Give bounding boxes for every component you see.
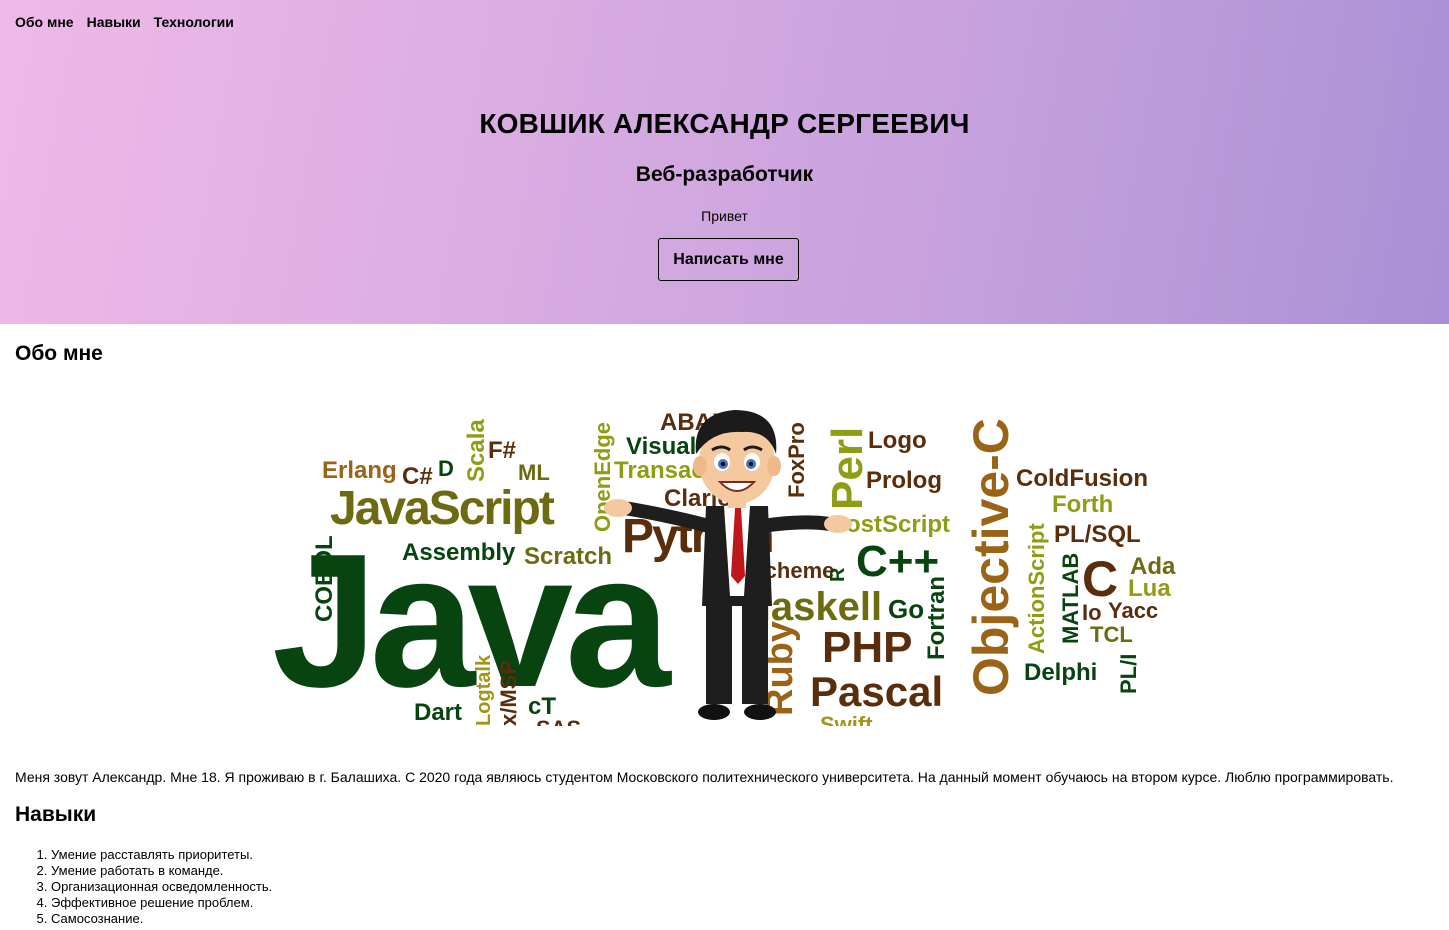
word-visual: Visual (626, 433, 696, 460)
word-go: Go (888, 594, 924, 624)
nav-link-about[interactable]: Обо мне (15, 14, 74, 30)
list-item: Умение расставлять приоритеты. (51, 847, 272, 863)
word-scratch: Scratch (524, 543, 612, 570)
about-text: Меня зовут Александр. Мне 18. Я проживаю… (15, 769, 1394, 785)
list-item: Умение работать в команде. (51, 863, 272, 879)
word-swift: Swift (820, 712, 873, 726)
word-yacc: Yacc (1108, 598, 1158, 623)
word-pli: PL/I (1116, 654, 1141, 694)
word-logtalk: Logtalk (473, 654, 495, 726)
word-forth: Forth (1052, 491, 1113, 518)
word-matlab: MATLAB (1058, 553, 1083, 644)
word-coldfusion: ColdFusion (1016, 465, 1148, 492)
word-fsharp: F# (488, 437, 516, 464)
word-prolog: Prolog (866, 467, 942, 494)
word-erlang: Erlang (322, 457, 397, 484)
hero-subtitle: Веб-разработчик (635, 163, 814, 186)
word-pascal: Pascal (810, 668, 943, 715)
word-foxpro: FoxPro (784, 422, 809, 498)
page-title: КОВШИК АЛЕКСАНДР СЕРГЕЕВИЧ (479, 108, 970, 139)
word-actionscript: ActionScript (1024, 523, 1049, 654)
word-assembly: Assembly (402, 539, 516, 566)
programming-languages-wordcloud-image: Java JavaScript Erlang C# D Scala F# ML … (272, 409, 1176, 726)
word-r: R (827, 567, 849, 582)
word-xmsp: x/MSP (496, 660, 521, 726)
word-javascript: JavaScript (330, 482, 555, 535)
word-php: PHP (822, 623, 912, 672)
word-cobol: COBOL (311, 535, 338, 622)
word-plsql: PL/SQL (1054, 521, 1141, 548)
word-fortran: Fortran (923, 576, 950, 660)
word-dart: Dart (414, 699, 462, 726)
word-sas: SAS (536, 716, 581, 726)
hero-section: Обо мне Навыки Технологии КОВШИК АЛЕКСАН… (0, 0, 1449, 324)
word-objective-c: Objective-C (963, 418, 1019, 696)
word-d: D (438, 456, 454, 481)
list-item: Самосознание. (51, 911, 272, 927)
word-ml: ML (518, 460, 550, 485)
nav-link-technologies[interactable]: Технологии (154, 14, 234, 30)
write-me-button[interactable]: Написать мне (658, 238, 799, 281)
hero-greeting: Привет (701, 208, 748, 224)
word-tcl: TCL (1090, 622, 1133, 647)
word-perl: Perl (823, 427, 872, 510)
skills-heading: Навыки (15, 803, 97, 826)
top-nav: Обо мне Навыки Технологии (15, 14, 247, 30)
list-item: Эффективное решение проблем. (51, 895, 272, 911)
word-scala: Scala (463, 419, 490, 482)
nav-link-skills[interactable]: Навыки (87, 14, 141, 30)
about-heading: Обо мне (15, 342, 103, 365)
word-logo: Logo (868, 427, 927, 454)
word-csharp: C# (402, 463, 433, 490)
skills-list: Умение расставлять приоритеты. Умение ра… (0, 847, 272, 927)
word-delphi: Delphi (1024, 659, 1097, 686)
list-item: Организационная осведомленность. (51, 879, 272, 895)
